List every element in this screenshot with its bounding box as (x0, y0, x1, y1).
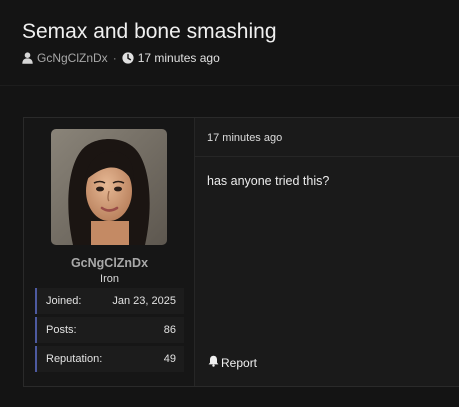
stat-reputation: Reputation: 49 (35, 346, 184, 372)
clock-icon (122, 52, 134, 64)
post-body: has anyone tried this? (207, 174, 330, 188)
stat-value: Jan 23, 2025 (112, 295, 176, 307)
post-user-panel: GcNgClZnDx Iron Joined: Jan 23, 2025 Pos… (24, 118, 195, 386)
post-divider (195, 156, 459, 157)
stat-label: Posts: (46, 324, 77, 336)
report-button[interactable]: Report (208, 355, 257, 370)
post-content: 17 minutes ago has anyone tried this? Re… (195, 118, 459, 386)
user-icon (22, 52, 33, 64)
user-rank: Iron (100, 273, 119, 285)
post: GcNgClZnDx Iron Joined: Jan 23, 2025 Pos… (23, 117, 459, 387)
meta-separator: · (112, 51, 117, 65)
thread-time: 17 minutes ago (137, 51, 220, 65)
thread-title: Semax and bone smashing (22, 20, 277, 43)
stat-label: Reputation: (46, 353, 103, 365)
post-time[interactable]: 17 minutes ago (207, 132, 282, 144)
post-username[interactable]: GcNgClZnDx (24, 256, 195, 270)
stat-posts: Posts: 86 (35, 317, 184, 343)
stat-joined: Joined: Jan 23, 2025 (35, 288, 184, 314)
stat-value: 86 (163, 324, 176, 336)
thread-page: Semax and bone smashing GcNgClZnDx · 17 … (0, 0, 459, 407)
bell-icon (208, 355, 219, 370)
header-divider (0, 85, 459, 86)
report-label: Report (221, 355, 258, 370)
thread-author-link[interactable]: GcNgClZnDx (37, 51, 108, 65)
avatar[interactable] (51, 129, 167, 245)
thread-meta: GcNgClZnDx · 17 minutes ago (22, 51, 220, 65)
stat-value: 49 (163, 353, 176, 365)
stat-label: Joined: (46, 295, 82, 307)
